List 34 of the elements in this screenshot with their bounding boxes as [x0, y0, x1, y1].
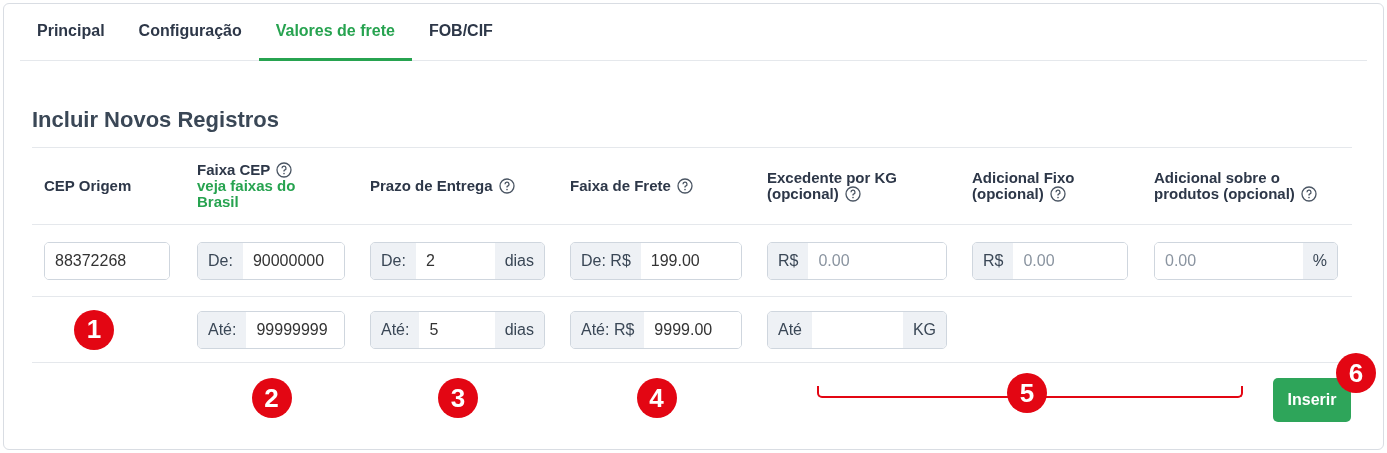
column-header: Adicional sobre o produtos (opcional): [1154, 170, 1339, 202]
column-header: Prazo de Entrega: [370, 178, 555, 194]
section-heading: Incluir Novos Registros: [32, 107, 280, 133]
input-group[interactable]: 0.00 %: [1154, 241, 1338, 280]
help-icon[interactable]: [498, 178, 515, 194]
help-icon[interactable]: [276, 162, 293, 178]
input-group[interactable]: De: 2 dias: [370, 241, 545, 280]
input-group[interactable]: Até: R$ 9999.00: [570, 310, 742, 349]
input-group[interactable]: Até: 99999999: [197, 310, 345, 349]
text-field[interactable]: 88372268: [44, 241, 170, 280]
input-group[interactable]: Até KG: [767, 310, 947, 349]
help-icon[interactable]: [844, 186, 861, 202]
tab[interactable]: FOB/CIF: [411, 4, 510, 61]
column-header: Adicional Fixo (opcional): [972, 170, 1076, 202]
number-marker: 3: [438, 378, 478, 418]
column-header: Faixa de Frete: [570, 178, 755, 194]
help-icon[interactable]: [1300, 186, 1317, 202]
input-group[interactable]: De: 90000000: [197, 241, 345, 280]
column-header: CEP Origem: [44, 178, 133, 194]
input-group[interactable]: De: R$ 199.00: [570, 241, 742, 280]
number-marker: 2: [251, 378, 292, 418]
number-marker: 1: [74, 309, 114, 350]
number-marker: 6: [1336, 353, 1376, 393]
input-group[interactable]: R$ 0.00: [972, 241, 1128, 280]
input-group[interactable]: R$ 0.00: [767, 241, 947, 280]
tab[interactable]: Configuração: [121, 4, 259, 61]
tab[interactable]: Principal: [20, 4, 122, 61]
column-header: Excedente por KG (opcional): [767, 170, 899, 202]
help-icon[interactable]: [1049, 186, 1066, 202]
number-marker: 4: [636, 378, 677, 418]
input-group[interactable]: Até: 5 dias: [370, 310, 545, 349]
column-header: Faixa CEP: [197, 162, 358, 178]
help-icon[interactable]: [676, 178, 693, 194]
number-marker: 5: [1007, 373, 1047, 413]
